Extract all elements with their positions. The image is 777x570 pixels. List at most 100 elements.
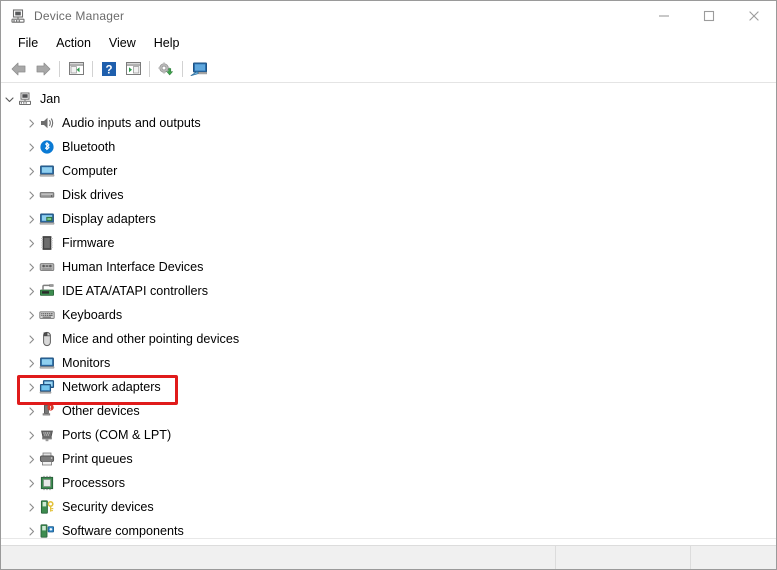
- tree-item-ports-com-and-lpt[interactable]: Ports (COM & LPT): [1, 423, 776, 447]
- toolbar-separator: [59, 60, 60, 77]
- network-adapter-icon: [39, 379, 55, 395]
- tree-item-other-devices[interactable]: ! Other devices: [1, 399, 776, 423]
- console-tree-icon: [68, 62, 84, 75]
- chevron-right-icon[interactable]: [23, 519, 39, 538]
- toolbar-separator: [92, 60, 93, 77]
- tree-item-label: Monitors: [62, 356, 111, 370]
- tree-item-label: Firmware: [62, 236, 115, 250]
- chevron-right-icon[interactable]: [23, 255, 39, 279]
- menu-item-help[interactable]: Help: [145, 34, 189, 52]
- svg-text:?: ?: [105, 64, 112, 76]
- tree-item-ide-ata-atapi-controllers[interactable]: IDE ATA/ATAPI controllers: [1, 279, 776, 303]
- chevron-right-icon[interactable]: [23, 375, 39, 399]
- display-adapter-icon: [39, 211, 55, 227]
- tree-item-human-interface-devices[interactable]: Human Interface Devices: [1, 255, 776, 279]
- tree-item-bluetooth[interactable]: Bluetooth: [1, 135, 776, 159]
- close-button[interactable]: [731, 1, 776, 31]
- mouse-icon: [39, 331, 55, 347]
- status-panel-tertiary: [691, 546, 776, 569]
- chevron-right-icon[interactable]: [23, 279, 39, 303]
- processor-icon: [39, 475, 55, 491]
- scan-hardware-icon: [190, 62, 207, 76]
- chevron-right-icon[interactable]: [23, 135, 39, 159]
- properties-button[interactable]: [121, 58, 145, 80]
- speaker-icon: [39, 115, 55, 131]
- printer-icon: [39, 451, 55, 467]
- chevron-down-icon[interactable]: [1, 87, 17, 111]
- tree-item-processors[interactable]: Processors: [1, 471, 776, 495]
- tree-item-monitors[interactable]: Monitors: [1, 351, 776, 375]
- status-panel-message: [1, 546, 556, 569]
- chevron-right-icon[interactable]: [23, 183, 39, 207]
- tree-item-firmware[interactable]: Firmware: [1, 231, 776, 255]
- forward-button[interactable]: [31, 58, 55, 80]
- menu-item-view[interactable]: View: [100, 34, 145, 52]
- caption-button-group: [641, 1, 776, 31]
- chevron-right-icon[interactable]: [23, 111, 39, 135]
- device-tree[interactable]: Jan Audio inputs and outputs Bluetooth C…: [1, 83, 776, 538]
- svg-text:!: !: [50, 406, 52, 412]
- toolbar-separator: [149, 60, 150, 77]
- scan-for-hardware-changes-button[interactable]: [187, 58, 211, 80]
- tree-item-label: Network adapters: [62, 380, 161, 394]
- pane-divider: [1, 538, 776, 541]
- tree-item-software-components[interactable]: Software components: [1, 519, 776, 538]
- help-question-icon: ?: [102, 61, 116, 76]
- tree-item-computer[interactable]: Computer: [1, 159, 776, 183]
- update-driver-button[interactable]: [154, 58, 178, 80]
- tree-item-label: Display adapters: [62, 212, 156, 226]
- chevron-right-icon[interactable]: [23, 423, 39, 447]
- tree-item-print-queues[interactable]: Print queues: [1, 447, 776, 471]
- menu-item-action[interactable]: Action: [47, 34, 100, 52]
- tree-item-label: Human Interface Devices: [62, 260, 204, 274]
- software-component-icon: [39, 523, 55, 538]
- tree-item-label: Print queues: [62, 452, 133, 466]
- tree-item-audio-inputs-and-outputs[interactable]: Audio inputs and outputs: [1, 111, 776, 135]
- tree-item-network-adapters[interactable]: Network adapters: [1, 375, 776, 399]
- menu-bar: File Action View Help: [1, 31, 776, 55]
- chevron-right-icon[interactable]: [23, 447, 39, 471]
- tree-root-node[interactable]: Jan: [1, 87, 776, 111]
- minimize-icon: [658, 15, 669, 17]
- chevron-right-icon[interactable]: [23, 159, 39, 183]
- status-bar: [1, 545, 776, 569]
- chevron-right-icon[interactable]: [23, 327, 39, 351]
- toolbar-separator: [182, 60, 183, 77]
- toolbar: ?: [1, 55, 776, 83]
- tree-item-label: Computer: [62, 164, 118, 178]
- tree-item-disk-drives[interactable]: Disk drives: [1, 183, 776, 207]
- hid-icon: [39, 259, 55, 275]
- chevron-right-icon[interactable]: [23, 207, 39, 231]
- help-button[interactable]: ?: [97, 58, 121, 80]
- tree-item-security-devices[interactable]: Security devices: [1, 495, 776, 519]
- device-manager-icon: [10, 8, 26, 24]
- back-arrow-icon: [11, 62, 26, 75]
- tree-item-label: Software components: [62, 524, 184, 538]
- chevron-right-icon[interactable]: [23, 303, 39, 327]
- maximize-icon: [703, 10, 714, 22]
- status-panel-secondary: [556, 546, 691, 569]
- show-hide-console-tree-button[interactable]: [64, 58, 88, 80]
- menu-item-file[interactable]: File: [9, 34, 47, 52]
- minimize-button[interactable]: [641, 1, 686, 31]
- keyboard-icon: [39, 307, 55, 323]
- update-driver-icon: [158, 61, 173, 75]
- tree-item-label: IDE ATA/ATAPI controllers: [62, 284, 209, 298]
- maximize-button[interactable]: [686, 1, 731, 31]
- tree-item-mice-and-other-pointing-devices[interactable]: Mice and other pointing devices: [1, 327, 776, 351]
- window-title: Device Manager: [34, 9, 125, 23]
- computer-node-icon: [17, 91, 33, 107]
- chevron-right-icon[interactable]: [23, 471, 39, 495]
- properties-panel-icon: [125, 62, 141, 75]
- chevron-right-icon[interactable]: [23, 231, 39, 255]
- chevron-right-icon[interactable]: [23, 351, 39, 375]
- device-manager-window: Device Manager File Action View Help ? J…: [0, 0, 777, 570]
- tree-item-keyboards[interactable]: Keyboards: [1, 303, 776, 327]
- back-button[interactable]: [7, 58, 31, 80]
- chevron-right-icon[interactable]: [23, 399, 39, 423]
- tree-item-label: Processors: [62, 476, 125, 490]
- tree-item-label: Ports (COM & LPT): [62, 428, 172, 442]
- tree-item-display-adapters[interactable]: Display adapters: [1, 207, 776, 231]
- tree-item-label: Bluetooth: [62, 140, 116, 154]
- chevron-right-icon[interactable]: [23, 495, 39, 519]
